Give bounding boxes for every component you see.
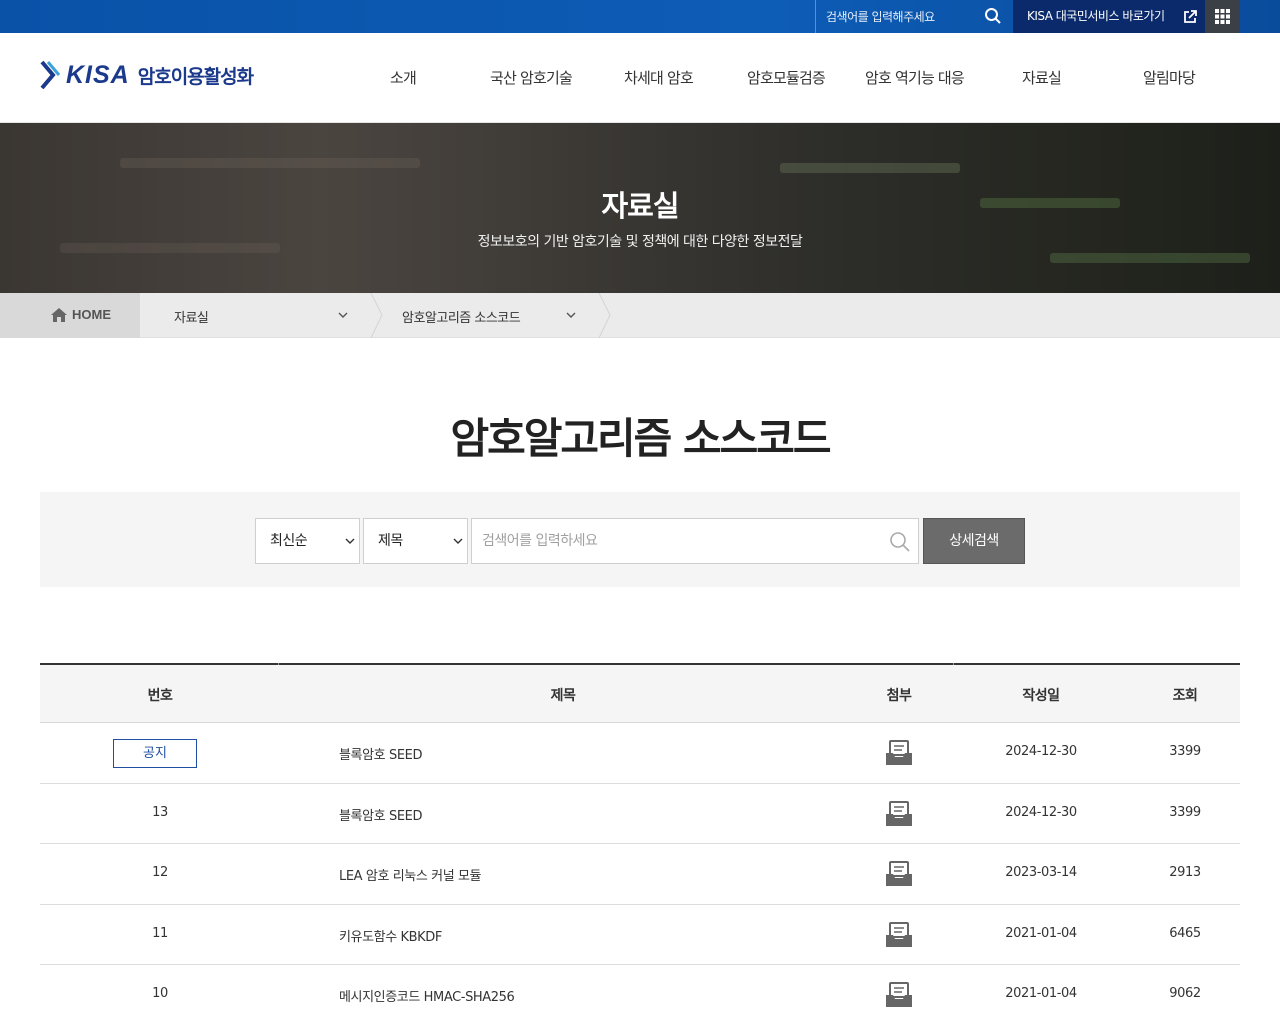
table-row[interactable]: 13 블록암호 SEED 2024-12-30 3399 [40,784,1240,844]
hero-decoration [120,158,420,168]
home-icon [51,308,67,322]
notice-badge: 공지 [113,739,197,768]
kisa-service-link-label: KISA 대국민서비스 바로가기 [1027,9,1165,23]
attachment-icon[interactable] [885,921,913,949]
breadcrumb-home[interactable]: HOME [0,293,140,338]
table-row[interactable]: 11 키유도함수 KBKDF 2021-01-04 6465 [40,905,1240,965]
kisa-logo-mark [40,60,61,90]
table-row[interactable]: 12 LEA 암호 리눅스 커널 모듈 2023-03-14 2913 [40,844,1240,905]
column-header-title: 제목 [550,688,576,704]
site-header: KISA 암호이용활성화 소개 국산 암호기술 차세대 암호 암호모듈검증 암호… [0,33,1280,123]
breadcrumb-home-label: HOME [72,307,111,322]
column-header-number: 번호 [147,688,173,704]
row-number: 10 [152,986,168,1001]
column-header-attach: 첨부 [886,688,912,704]
row-views: 6465 [1169,925,1201,941]
column-header-date: 작성일 [1022,688,1060,704]
row-date: 2024-12-30 [1005,744,1077,759]
row-date: 2024-12-30 [1005,804,1077,820]
breadcrumb-level1-label: 자료실 [174,311,209,326]
chevron-down-icon [338,312,348,318]
row-views: 9062 [1169,986,1201,1001]
breadcrumb-separator [598,293,611,338]
row-number: 12 [152,865,168,880]
table-header: 번호 제목 첨부 작성일 조회 [40,663,1240,723]
row-title-link[interactable]: 메시지인증코드 HMAC-SHA256 [339,986,515,1005]
breadcrumb-level2[interactable]: 암호알고리즘 소스코드 [384,293,600,338]
source-code-table: 번호 제목 첨부 작성일 조회 공지 블록암호 SEED 2024-12-30 … [40,663,1240,1024]
header-divider [953,663,954,665]
breadcrumb: HOME 자료실 암호알고리즘 소스코드 [0,293,1280,338]
top-search [815,0,1014,33]
hero-decoration [1050,253,1250,263]
row-views: 3399 [1169,744,1201,759]
row-views: 3399 [1169,804,1201,820]
sort-select[interactable]: 최신순 [255,518,360,564]
chevron-down-icon [345,538,355,544]
attachment-icon[interactable] [885,800,913,828]
breadcrumb-level1[interactable]: 자료실 [152,293,372,338]
field-select-value: 제목 [378,533,403,549]
external-link-icon [1184,10,1197,23]
grid-menu-button[interactable] [1205,0,1240,33]
column-header-views: 조회 [1172,688,1198,704]
nav-item-module-validation[interactable]: 암호모듈검증 [747,67,826,88]
breadcrumb-level2-label: 암호알고리즘 소스코드 [402,311,521,326]
header-divider [278,663,279,665]
search-icon[interactable] [984,7,1002,25]
attachment-icon[interactable] [885,739,913,767]
field-select[interactable]: 제목 [363,518,468,564]
row-date: 2021-01-04 [1005,925,1077,941]
logo-brand: KISA [66,60,130,89]
search-panel: 최신순 제목 상세검색 [40,492,1240,587]
row-views: 2913 [1169,865,1201,880]
advanced-search-button[interactable]: 상세검색 [923,518,1025,564]
table-row[interactable]: 10 메시지인증코드 HMAC-SHA256 2021-01-04 9062 [40,965,1240,1024]
table-row-notice[interactable]: 공지 블록암호 SEED 2024-12-30 3399 [40,723,1240,784]
row-title-link[interactable]: 블록암호 SEED [339,805,422,824]
search-icon[interactable] [889,531,911,553]
nav-item-notice[interactable]: 알림마당 [1143,67,1196,88]
search-field [471,518,919,564]
site-logo[interactable]: KISA 암호이용활성화 [40,57,254,93]
nav-item-next-gen-crypto[interactable]: 차세대 암호 [624,67,694,88]
row-date: 2021-01-04 [1005,986,1077,1001]
nav-item-crypto-misuse[interactable]: 암호 역기능 대응 [865,67,965,88]
row-title-link[interactable]: 블록암호 SEED [339,744,422,763]
hero-title: 자료실 [601,189,679,223]
nav-item-intro[interactable]: 소개 [390,67,417,88]
logo-text: 암호이용활성화 [137,65,254,88]
nav-item-domestic-crypto[interactable]: 국산 암호기술 [490,67,573,88]
hero-subtitle: 정보보호의 기반 암호기술 및 정책에 대한 다양한 정보전달 [477,234,803,250]
row-date: 2023-03-14 [1005,865,1077,880]
attachment-icon[interactable] [885,860,913,888]
row-title-link[interactable]: 키유도함수 KBKDF [339,926,442,945]
sort-select-value: 최신순 [270,533,308,549]
page-title: 암호알고리즘 소스코드 [450,414,831,463]
row-number: 13 [152,804,168,820]
grid-menu-icon [1215,9,1230,24]
search-input[interactable] [472,519,918,563]
breadcrumb-separator [370,293,383,338]
attachment-icon[interactable] [885,981,913,1009]
hero-decoration [780,163,960,173]
kisa-service-link[interactable]: KISA 대국민서비스 바로가기 [1013,0,1205,33]
chevron-down-icon [453,538,463,544]
hero-banner: 자료실 정보보호의 기반 암호기술 및 정책에 대한 다양한 정보전달 [0,123,1280,293]
row-number: 11 [152,925,168,941]
chevron-down-icon [566,312,576,318]
nav-item-library[interactable]: 자료실 [1022,67,1062,88]
row-title-link[interactable]: LEA 암호 리눅스 커널 모듈 [339,865,482,884]
top-utility-bar: KISA 대국민서비스 바로가기 [0,0,1280,33]
